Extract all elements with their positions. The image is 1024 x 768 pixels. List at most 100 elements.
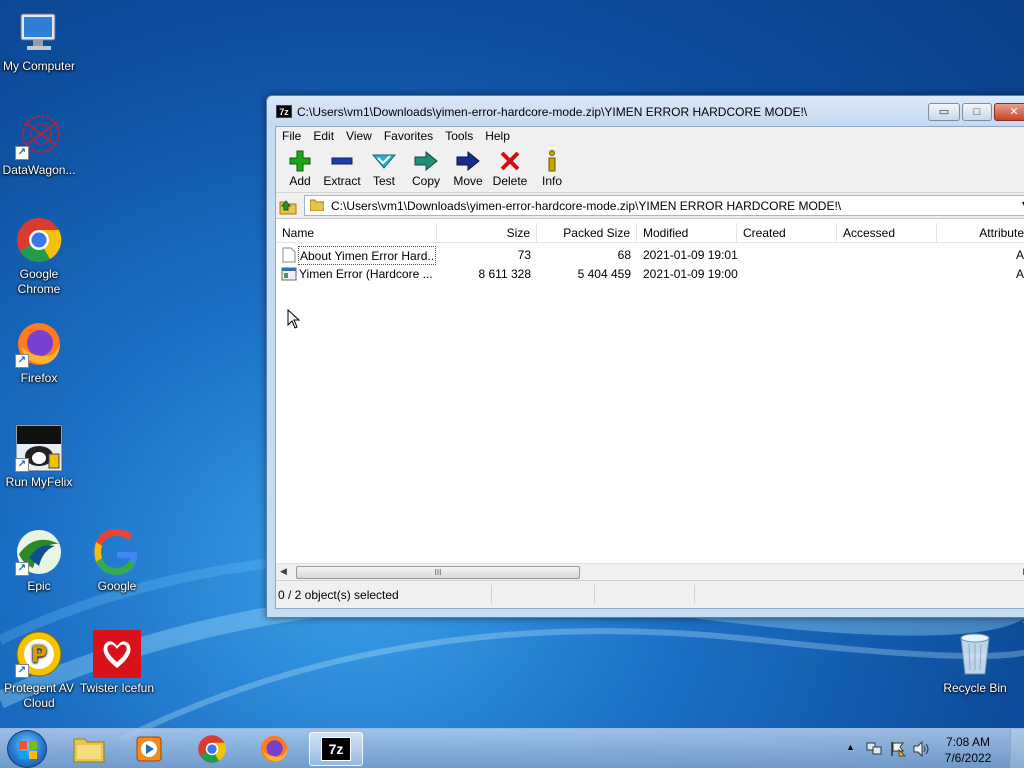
- file-modified: 2021-01-09 19:00: [643, 267, 738, 281]
- clock[interactable]: 7:08 AM 7/6/2022: [938, 734, 998, 766]
- column-header-row: Name Size Packed Size Modified Created A…: [276, 223, 1024, 243]
- address-field[interactable]: C:\Users\vm1\Downloads\yimen-error-hardc…: [304, 195, 1024, 216]
- system-tray: ▲ 7:08 AM 7/6/2022: [824, 729, 1024, 768]
- column-header-accessed[interactable]: Accessed: [837, 223, 937, 243]
- scroll-left-icon[interactable]: ◀: [280, 566, 287, 577]
- folder-icon: [310, 199, 324, 211]
- folder-up-icon[interactable]: [278, 196, 298, 216]
- column-header-modified[interactable]: Modified: [637, 223, 737, 243]
- shortcut-arrow-icon: ↗: [15, 146, 29, 160]
- clock-time: 7:08 AM: [945, 735, 991, 749]
- status-text: 0 / 2 object(s) selected: [278, 588, 399, 602]
- file-size: 8 611 328: [478, 267, 532, 281]
- network-icon[interactable]: [866, 741, 882, 757]
- file-list[interactable]: Name Size Packed Size Modified Created A…: [276, 219, 1024, 580]
- menu-edit[interactable]: Edit: [307, 127, 340, 145]
- svg-text:P: P: [31, 643, 47, 668]
- mouse-cursor-icon: [287, 309, 301, 329]
- desktop-icon-recycle-bin[interactable]: Recycle Bin: [933, 630, 1017, 696]
- taskbar-media-player[interactable]: [122, 732, 176, 766]
- plus-icon: [289, 150, 311, 172]
- google-g-icon: [94, 529, 138, 575]
- file-packed-size: 5 404 459: [577, 267, 631, 281]
- start-button[interactable]: [7, 730, 47, 768]
- address-path: C:\Users\vm1\Downloads\yimen-error-hardc…: [331, 199, 842, 213]
- taskbar-explorer[interactable]: [62, 732, 116, 766]
- add-button[interactable]: Add: [279, 145, 321, 192]
- taskbar: 7z ▲ 7:08 AM 7/6/2022: [0, 728, 1024, 768]
- file-packed-size: 68: [617, 248, 631, 262]
- minimize-button[interactable]: ▭: [928, 103, 960, 121]
- test-button[interactable]: Test: [363, 145, 405, 192]
- menu-view[interactable]: View: [340, 127, 378, 145]
- menu-tools[interactable]: Tools: [439, 127, 479, 145]
- explorer-icon: [73, 738, 105, 763]
- desktop-icon-twister-icefun[interactable]: Twister Icefun: [75, 630, 159, 696]
- desktop-icon-run-myfelix[interactable]: ↗ Run MyFelix: [0, 424, 81, 490]
- file-attributes: A: [1016, 267, 1024, 281]
- menu-file[interactable]: File: [276, 127, 307, 145]
- 7zip-app-icon: 7z: [276, 105, 292, 118]
- 7zip-icon: 7z: [321, 737, 351, 761]
- shortcut-arrow-icon: ↗: [15, 354, 29, 368]
- move-arrow-icon: [456, 150, 480, 172]
- desktop-icon-firefox[interactable]: ↗ Firefox: [0, 320, 81, 386]
- column-header-packed-size[interactable]: Packed Size: [537, 223, 637, 243]
- column-header-size[interactable]: Size: [437, 223, 537, 243]
- minus-icon: [331, 157, 353, 165]
- extract-button[interactable]: Extract: [321, 145, 363, 192]
- window-client-area: File Edit View Favorites Tools Help Add …: [275, 126, 1024, 609]
- recycle-bin-icon: [960, 633, 990, 675]
- file-modified: 2021-01-09 19:01: [643, 248, 738, 262]
- taskbar-7zip[interactable]: 7z: [309, 732, 363, 766]
- dropdown-arrow-icon[interactable]: ▼: [1020, 199, 1024, 209]
- executable-file-icon: [281, 267, 297, 281]
- address-bar: C:\Users\vm1\Downloads\yimen-error-hardc…: [276, 193, 1024, 219]
- clock-date: 7/6/2022: [944, 751, 992, 765]
- desktop-icon-google[interactable]: Google: [75, 528, 159, 594]
- speaker-icon[interactable]: [913, 741, 931, 757]
- info-button[interactable]: Info: [531, 145, 573, 192]
- firefox-icon: [260, 735, 288, 763]
- column-header-created[interactable]: Created: [737, 223, 837, 243]
- toolbar: Add Extract Test Copy Move Delete Info: [276, 145, 1024, 193]
- windows-logo-icon: [19, 741, 37, 759]
- desktop-icon-my-computer[interactable]: My Computer: [0, 8, 81, 74]
- status-divider: [491, 585, 492, 603]
- window-titlebar[interactable]: 7z C:\Users\vm1\Downloads\yimen-error-ha…: [267, 96, 1024, 126]
- file-size: 73: [517, 248, 531, 262]
- tray-expand-icon[interactable]: ▲: [846, 742, 855, 752]
- horizontal-scrollbar[interactable]: ◀ III ▶: [276, 563, 1024, 580]
- taskbar-chrome[interactable]: [185, 732, 239, 766]
- delete-button[interactable]: Delete: [489, 145, 531, 192]
- maximize-button[interactable]: □: [962, 103, 992, 121]
- menu-help[interactable]: Help: [479, 127, 516, 145]
- text-file-icon: [282, 247, 296, 263]
- desktop-icon-datawagon[interactable]: ↗ DataWagon...: [0, 112, 81, 178]
- scrollbar-thumb[interactable]: III: [296, 566, 580, 579]
- copy-arrow-icon: [414, 150, 438, 172]
- table-row[interactable]: Yimen Error (Hardcore ... 8 611 328 5 40…: [276, 265, 1024, 284]
- status-divider: [694, 585, 695, 603]
- show-desktop-button[interactable]: [1010, 729, 1024, 768]
- action-center-flag-icon[interactable]: [890, 741, 906, 757]
- table-row[interactable]: About Yimen Error Hard... 73 68 2021-01-…: [276, 246, 1024, 265]
- menu-favorites[interactable]: Favorites: [378, 127, 439, 145]
- column-header-attributes[interactable]: Attributes: [937, 223, 1024, 243]
- move-button[interactable]: Move: [447, 145, 489, 192]
- window-title: C:\Users\vm1\Downloads\yimen-error-hardc…: [297, 105, 808, 119]
- desktop-icon-google-chrome[interactable]: Google Chrome: [0, 216, 81, 297]
- file-name: About Yimen Error Hard...: [298, 246, 436, 265]
- 7zip-window[interactable]: 7z C:\Users\vm1\Downloads\yimen-error-ha…: [266, 95, 1024, 618]
- menu-bar: File Edit View Favorites Tools Help: [276, 127, 1024, 145]
- info-icon: [548, 150, 556, 172]
- shortcut-arrow-icon: ↗: [15, 458, 29, 472]
- delete-x-icon: [500, 151, 520, 171]
- taskbar-firefox[interactable]: [247, 732, 301, 766]
- close-button[interactable]: ✕: [994, 103, 1024, 121]
- desktop-icon-protegent[interactable]: P ↗ Protegent AV Cloud: [0, 630, 81, 711]
- desktop-icon-epic[interactable]: ↗ Epic: [0, 528, 81, 594]
- column-header-name[interactable]: Name: [276, 223, 437, 243]
- shortcut-arrow-icon: ↗: [15, 562, 29, 576]
- copy-button[interactable]: Copy: [405, 145, 447, 192]
